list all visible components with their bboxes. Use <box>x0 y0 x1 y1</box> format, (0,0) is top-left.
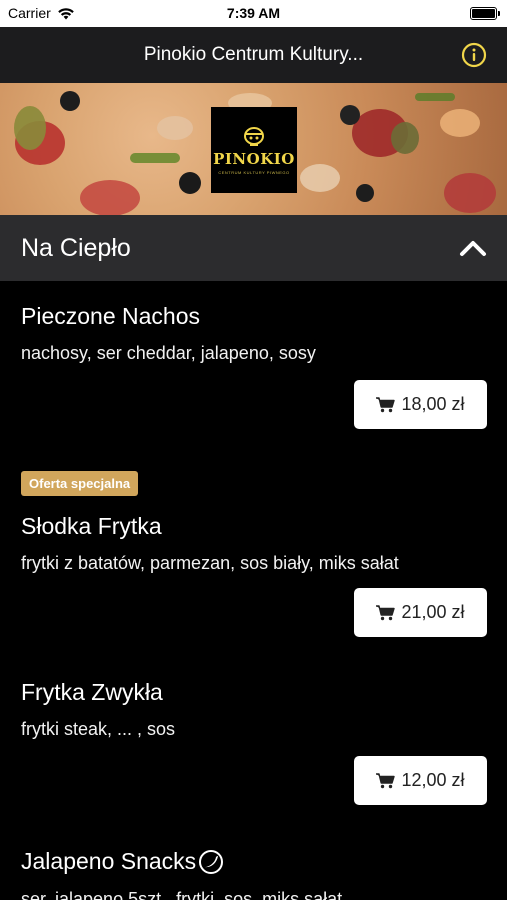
add-to-cart-button[interactable]: 21,00 zł <box>354 588 487 637</box>
logo-text: PINOKIO <box>213 149 295 168</box>
status-bar: Carrier 7:39 AM <box>0 0 507 27</box>
info-icon[interactable] <box>461 42 487 68</box>
chili-icon <box>199 849 224 874</box>
menu-item[interactable]: Oferta specjalna Słodka Frytka frytki z … <box>0 451 507 661</box>
item-description: ser, jalapeno 5szt., frytki, sos, miks s… <box>21 889 343 900</box>
item-description: nachosy, ser cheddar, jalapeno, sosy <box>21 343 316 363</box>
restaurant-logo: PINOKIO CENTRUM KULTURY PIWNEGO <box>211 107 297 193</box>
logo-subtext: CENTRUM KULTURY PIWNEGO <box>218 169 290 175</box>
category-header[interactable]: Na Ciepło <box>0 215 507 281</box>
category-title: Na Ciepło <box>21 234 131 262</box>
menu-item[interactable]: Frytka Zwykła frytki steak, ... , sos 12… <box>0 661 507 831</box>
item-price: 21,00 zł <box>401 602 465 622</box>
menu-item[interactable]: Jalapeno Snacks ser, jalapeno 5szt., fry… <box>0 831 507 900</box>
logo-emblem-icon <box>244 126 264 146</box>
page-title: Pinokio Centrum Kultury... <box>143 44 364 65</box>
chevron-up-icon[interactable] <box>459 237 487 259</box>
item-name: Pieczone Nachos <box>21 303 200 329</box>
item-description: frytki steak, ... , sos <box>21 719 176 739</box>
nav-bar: Pinokio Centrum Kultury... <box>0 27 507 83</box>
cart-icon <box>376 772 396 788</box>
item-name: Frytka Zwykła <box>21 679 163 705</box>
item-name: Jalapeno Snacks <box>21 848 197 874</box>
menu-item[interactable]: Pieczone Nachos nachosy, ser cheddar, ja… <box>0 281 507 451</box>
item-price: 12,00 zł <box>401 770 465 790</box>
item-description: frytki z batatów, parmezan, sos biały, m… <box>21 553 399 573</box>
battery-icon <box>470 7 500 20</box>
status-time: 7:39 AM <box>226 5 281 21</box>
add-to-cart-button[interactable]: 12,00 zł <box>354 756 487 805</box>
special-offer-badge: Oferta specjalna <box>21 471 139 496</box>
item-name: Słodka Frytka <box>21 513 162 539</box>
cart-icon <box>376 396 396 412</box>
add-to-cart-button[interactable]: 18,00 zł <box>354 380 487 429</box>
item-price: 18,00 zł <box>401 394 465 414</box>
cart-icon <box>376 604 396 620</box>
